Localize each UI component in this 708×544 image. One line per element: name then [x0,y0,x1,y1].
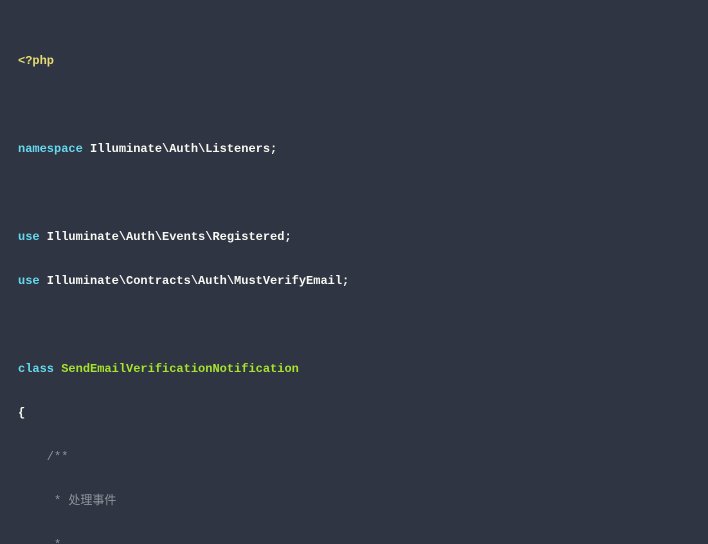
use-keyword: use [18,274,40,288]
doc-comment: * 处理事件 [18,490,690,512]
code-line: { [18,402,690,424]
code-line [18,314,690,336]
namespace-keyword: namespace [18,142,83,156]
doc-comment: /** [18,446,690,468]
namespace-value: Illuminate\Auth\Listeners; [83,142,277,156]
code-line [18,182,690,204]
code-line: <?php [18,50,690,72]
use-path: Illuminate\Auth\Events\Registered; [40,230,292,244]
php-open-tag: <?php [18,54,54,68]
code-line: use Illuminate\Auth\Events\Registered; [18,226,690,248]
class-keyword: class [18,362,54,376]
code-line: class SendEmailVerificationNotification [18,358,690,380]
doc-comment: * [18,534,690,544]
code-line: namespace Illuminate\Auth\Listeners; [18,138,690,160]
php-code-block: <?php namespace Illuminate\Auth\Listener… [0,0,708,544]
open-brace: { [18,406,25,420]
class-name: SendEmailVerificationNotification [54,362,299,376]
use-keyword: use [18,230,40,244]
code-line [18,94,690,116]
use-path: Illuminate\Contracts\Auth\MustVerifyEmai… [40,274,350,288]
code-line: use Illuminate\Contracts\Auth\MustVerify… [18,270,690,292]
